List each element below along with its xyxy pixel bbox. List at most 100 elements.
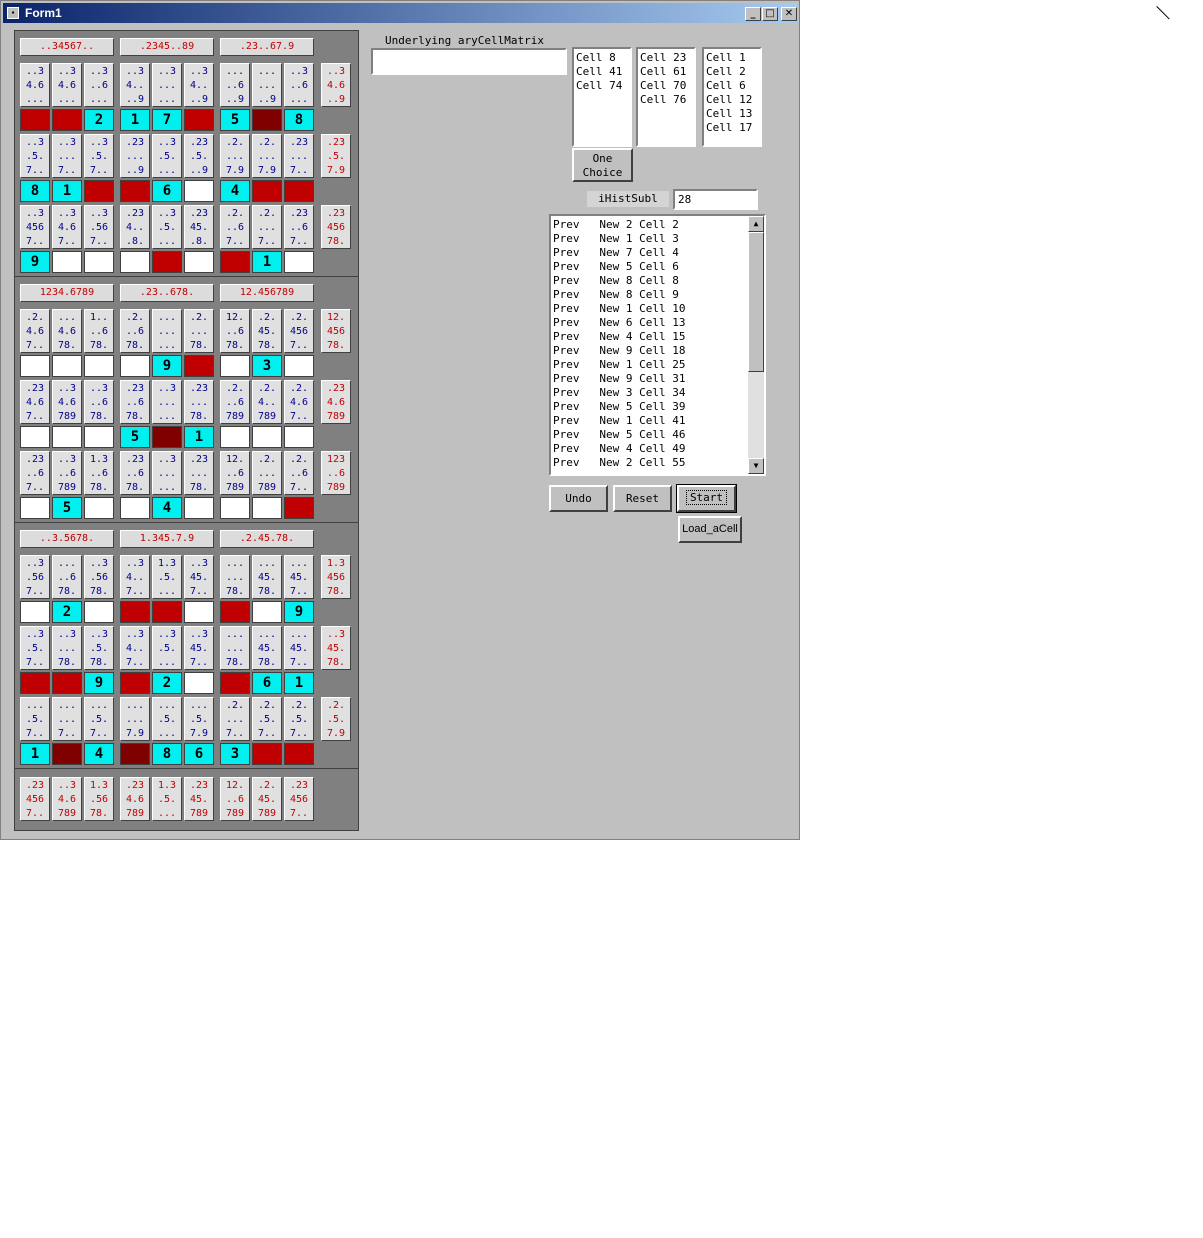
- cell-value[interactable]: 2: [84, 109, 114, 131]
- cell-value[interactable]: 9: [20, 251, 50, 273]
- cell-value[interactable]: [184, 672, 214, 694]
- cell-value[interactable]: 4: [220, 180, 250, 202]
- cell-value[interactable]: 1: [120, 109, 150, 131]
- history-item[interactable]: Prev New 1 Cell 25: [551, 358, 764, 372]
- history-item[interactable]: Prev New 5 Cell 6: [551, 260, 764, 274]
- cell-value[interactable]: 6: [184, 743, 214, 765]
- cell-value[interactable]: [120, 355, 150, 377]
- cell-value[interactable]: [220, 251, 250, 273]
- cell-value[interactable]: [252, 180, 282, 202]
- cell-value[interactable]: [184, 601, 214, 623]
- cell-value[interactable]: [184, 251, 214, 273]
- cell-value[interactable]: [20, 355, 50, 377]
- history-item[interactable]: Prev New 4 Cell 15: [551, 330, 764, 344]
- cell-value[interactable]: 2: [152, 672, 182, 694]
- cell-value[interactable]: [152, 601, 182, 623]
- cell-value[interactable]: [52, 109, 82, 131]
- cell-value[interactable]: [220, 672, 250, 694]
- list-item[interactable]: Cell 1: [704, 51, 760, 65]
- cell-value[interactable]: [120, 743, 150, 765]
- cell-value[interactable]: [284, 426, 314, 448]
- cell-value[interactable]: [84, 601, 114, 623]
- history-item[interactable]: Prev New 8 Cell 8: [551, 274, 764, 288]
- hidden-candidate-list[interactable]: Cell 23 Cell 61 Cell 70 Cell 76: [636, 47, 696, 147]
- cell-value[interactable]: [52, 426, 82, 448]
- scroll-up-icon[interactable]: ▲: [748, 216, 764, 232]
- cell-value[interactable]: [252, 601, 282, 623]
- maximize-button[interactable]: □: [762, 7, 778, 21]
- history-item[interactable]: Prev New 7 Cell 4: [551, 246, 764, 260]
- cell-value[interactable]: [252, 497, 282, 519]
- cell-list[interactable]: Cell 1 Cell 2 Cell 6 Cell 12 Cell 13 Cell 17: [702, 47, 762, 147]
- cell-value[interactable]: [20, 109, 50, 131]
- cell-value[interactable]: [184, 355, 214, 377]
- cell-value[interactable]: [284, 355, 314, 377]
- cell-value[interactable]: 8: [152, 743, 182, 765]
- list-item[interactable]: Cell 23: [638, 51, 694, 65]
- cell-value[interactable]: 9: [84, 672, 114, 694]
- cell-value[interactable]: [220, 426, 250, 448]
- cell-value[interactable]: [252, 109, 282, 131]
- cell-value[interactable]: 9: [152, 355, 182, 377]
- cell-value[interactable]: [284, 497, 314, 519]
- cell-value[interactable]: [84, 180, 114, 202]
- title-bar[interactable]: ▪ Form1 _ □ ✕: [3, 3, 797, 23]
- cell-value[interactable]: [284, 251, 314, 273]
- cell-value[interactable]: [220, 355, 250, 377]
- history-scrollbar[interactable]: ▲ ▼: [748, 216, 764, 474]
- cell-value[interactable]: [184, 109, 214, 131]
- one-choice-button[interactable]: One Choice: [572, 148, 633, 182]
- list-item[interactable]: Cell 6: [704, 79, 760, 93]
- history-item[interactable]: Prev New 1 Cell 3: [551, 232, 764, 246]
- reset-button[interactable]: Reset: [613, 485, 672, 512]
- cell-value[interactable]: [252, 426, 282, 448]
- cell-value[interactable]: [184, 180, 214, 202]
- cell-value[interactable]: [20, 497, 50, 519]
- list-item[interactable]: Cell 61: [638, 65, 694, 79]
- cell-value[interactable]: [220, 601, 250, 623]
- cell-value[interactable]: 1: [52, 180, 82, 202]
- list-item[interactable]: Cell 12: [704, 93, 760, 107]
- cell-value[interactable]: [120, 180, 150, 202]
- scroll-down-icon[interactable]: ▼: [748, 458, 764, 474]
- close-button[interactable]: ✕: [781, 7, 797, 21]
- cell-value[interactable]: 3: [252, 355, 282, 377]
- cell-value[interactable]: [20, 601, 50, 623]
- history-item[interactable]: Prev New 9 Cell 18: [551, 344, 764, 358]
- load-cell-button[interactable]: Load_aCell: [678, 516, 742, 543]
- cell-value[interactable]: 1: [20, 743, 50, 765]
- cell-value[interactable]: 6: [252, 672, 282, 694]
- history-item[interactable]: Prev New 9 Cell 31: [551, 372, 764, 386]
- cell-value[interactable]: [84, 497, 114, 519]
- cell-value[interactable]: 1: [284, 672, 314, 694]
- cell-value[interactable]: [20, 426, 50, 448]
- list-item[interactable]: Cell 17: [704, 121, 760, 135]
- cell-value[interactable]: [252, 743, 282, 765]
- cell-value[interactable]: 8: [20, 180, 50, 202]
- history-item[interactable]: Prev New 6 Cell 13: [551, 316, 764, 330]
- cell-value[interactable]: 1: [184, 426, 214, 448]
- list-item[interactable]: Cell 13: [704, 107, 760, 121]
- single-candidate-list[interactable]: Cell 8 Cell 41 Cell 74: [572, 47, 632, 147]
- history-item[interactable]: Prev New 5 Cell 46: [551, 428, 764, 442]
- cell-value[interactable]: 3: [220, 743, 250, 765]
- cell-value[interactable]: [184, 497, 214, 519]
- cell-value[interactable]: [284, 743, 314, 765]
- list-item[interactable]: Cell 8: [574, 51, 630, 65]
- cell-value[interactable]: 8: [284, 109, 314, 131]
- history-list[interactable]: Prev New 2 Cell 2 Prev New 1 Cell 3 Prev N…: [549, 214, 766, 476]
- history-item[interactable]: Prev New 2 Cell 55: [551, 456, 764, 470]
- list-item[interactable]: Cell 70: [638, 79, 694, 93]
- list-item[interactable]: Cell 76: [638, 93, 694, 107]
- list-item[interactable]: Cell 74: [574, 79, 630, 93]
- cell-value[interactable]: [52, 251, 82, 273]
- cell-value[interactable]: 7: [152, 109, 182, 131]
- undo-button[interactable]: Undo: [549, 485, 608, 512]
- history-item[interactable]: Prev New 1 Cell 41: [551, 414, 764, 428]
- list-item[interactable]: Cell 41: [574, 65, 630, 79]
- hist-field[interactable]: 28: [673, 189, 758, 210]
- cell-value[interactable]: 1: [252, 251, 282, 273]
- cell-value[interactable]: [120, 497, 150, 519]
- cell-value[interactable]: 5: [120, 426, 150, 448]
- history-item[interactable]: Prev New 4 Cell 49: [551, 442, 764, 456]
